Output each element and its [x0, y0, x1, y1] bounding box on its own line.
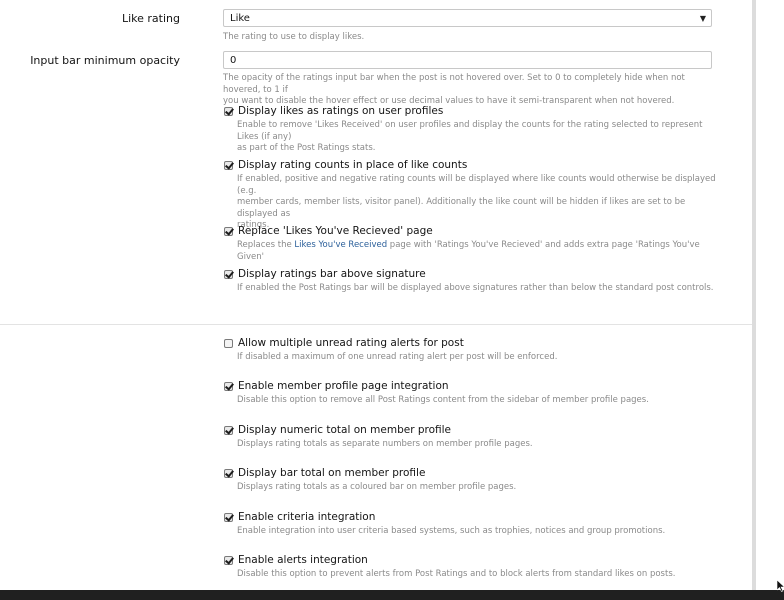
- option-hint-line: Disable this option to prevent alerts fr…: [237, 569, 676, 579]
- page-background: [756, 0, 784, 590]
- checkbox[interactable]: [224, 382, 233, 391]
- checkbox[interactable]: [224, 426, 233, 435]
- opacity-hint-line1: The opacity of the ratings input bar whe…: [223, 73, 685, 95]
- checkbox[interactable]: [224, 107, 233, 116]
- option-label: Display numeric total on member profile: [238, 424, 452, 436]
- option-hint: If enabled the Post Ratings bar will be …: [237, 283, 717, 295]
- option-hint-line: If disabled a maximum of one unread rati…: [237, 352, 558, 362]
- opacity-input[interactable]: 0: [223, 51, 712, 69]
- taskbar-strip: [0, 590, 784, 600]
- option-label: Allow multiple unread rating alerts for …: [238, 337, 464, 349]
- checkbox[interactable]: [224, 339, 233, 348]
- checkbox[interactable]: [224, 270, 233, 279]
- option-hint: If enabled, positive and negative rating…: [237, 174, 717, 232]
- option-label: Enable member profile page integration: [238, 380, 449, 392]
- option-hint-text: Replaces the: [237, 240, 295, 250]
- option-hint: Disable this option to prevent alerts fr…: [237, 569, 717, 581]
- like-rating-value: Like: [230, 13, 250, 24]
- checkbox[interactable]: [224, 469, 233, 478]
- option-hint: Enable to remove 'Likes Received' on use…: [237, 120, 717, 155]
- option-label: Display likes as ratings on user profile…: [238, 105, 444, 117]
- checkbox[interactable]: [224, 513, 233, 522]
- option-label: Display rating counts in place of like c…: [238, 159, 468, 171]
- option-hint-line: as part of the Post Ratings stats.: [237, 143, 376, 153]
- mouse-cursor-icon: [777, 580, 784, 592]
- option-hint-line: Enable to remove 'Likes Received' on use…: [237, 120, 703, 142]
- option-hint: Disable this option to remove all Post R…: [237, 395, 717, 407]
- like-rating-label: Like rating: [121, 12, 180, 25]
- opacity-hint: The opacity of the ratings input bar whe…: [223, 73, 718, 108]
- option-label: Enable criteria integration: [238, 511, 376, 523]
- option-hint: Enable integration into user criteria ba…: [237, 526, 717, 538]
- like-rating-select[interactable]: Like ▼: [223, 9, 712, 27]
- option-hint: Displays rating totals as a coloured bar…: [237, 482, 717, 494]
- likes-received-link[interactable]: Likes You've Received: [294, 240, 387, 250]
- option-hint: Displays rating totals as separate numbe…: [237, 439, 717, 451]
- option-hint-line: Displays rating totals as separate numbe…: [237, 439, 533, 449]
- option-hint-line: member cards, member lists, visitor pane…: [237, 197, 686, 219]
- option-hint-line: Disable this option to remove all Post R…: [237, 395, 649, 405]
- option-label: Display bar total on member profile: [238, 467, 426, 479]
- option-hint: Replaces the Likes You've Received page …: [237, 240, 717, 263]
- option-label: Display ratings bar above signature: [238, 268, 426, 280]
- option-hint-line: If enabled the Post Ratings bar will be …: [237, 283, 714, 293]
- chevron-down-icon: ▼: [699, 14, 706, 23]
- option-hint: If disabled a maximum of one unread rati…: [237, 352, 717, 364]
- like-rating-hint: The rating to use to display likes.: [223, 32, 365, 42]
- option-hint-line: If enabled, positive and negative rating…: [237, 174, 716, 196]
- opacity-label: Input bar minimum opacity: [30, 54, 180, 67]
- checkbox[interactable]: [224, 227, 233, 236]
- section-divider: [0, 324, 752, 325]
- options-panel: Like rating Like ▼ The rating to use to …: [0, 0, 752, 590]
- option-hint-line: Enable integration into user criteria ba…: [237, 526, 666, 536]
- option-label: Enable alerts integration: [238, 554, 368, 566]
- checkbox[interactable]: [224, 161, 233, 170]
- option-label: Replace 'Likes You've Recieved' page: [238, 225, 433, 237]
- option-hint-line: Displays rating totals as a coloured bar…: [237, 482, 517, 492]
- opacity-value: 0: [230, 55, 237, 66]
- checkbox[interactable]: [224, 556, 233, 565]
